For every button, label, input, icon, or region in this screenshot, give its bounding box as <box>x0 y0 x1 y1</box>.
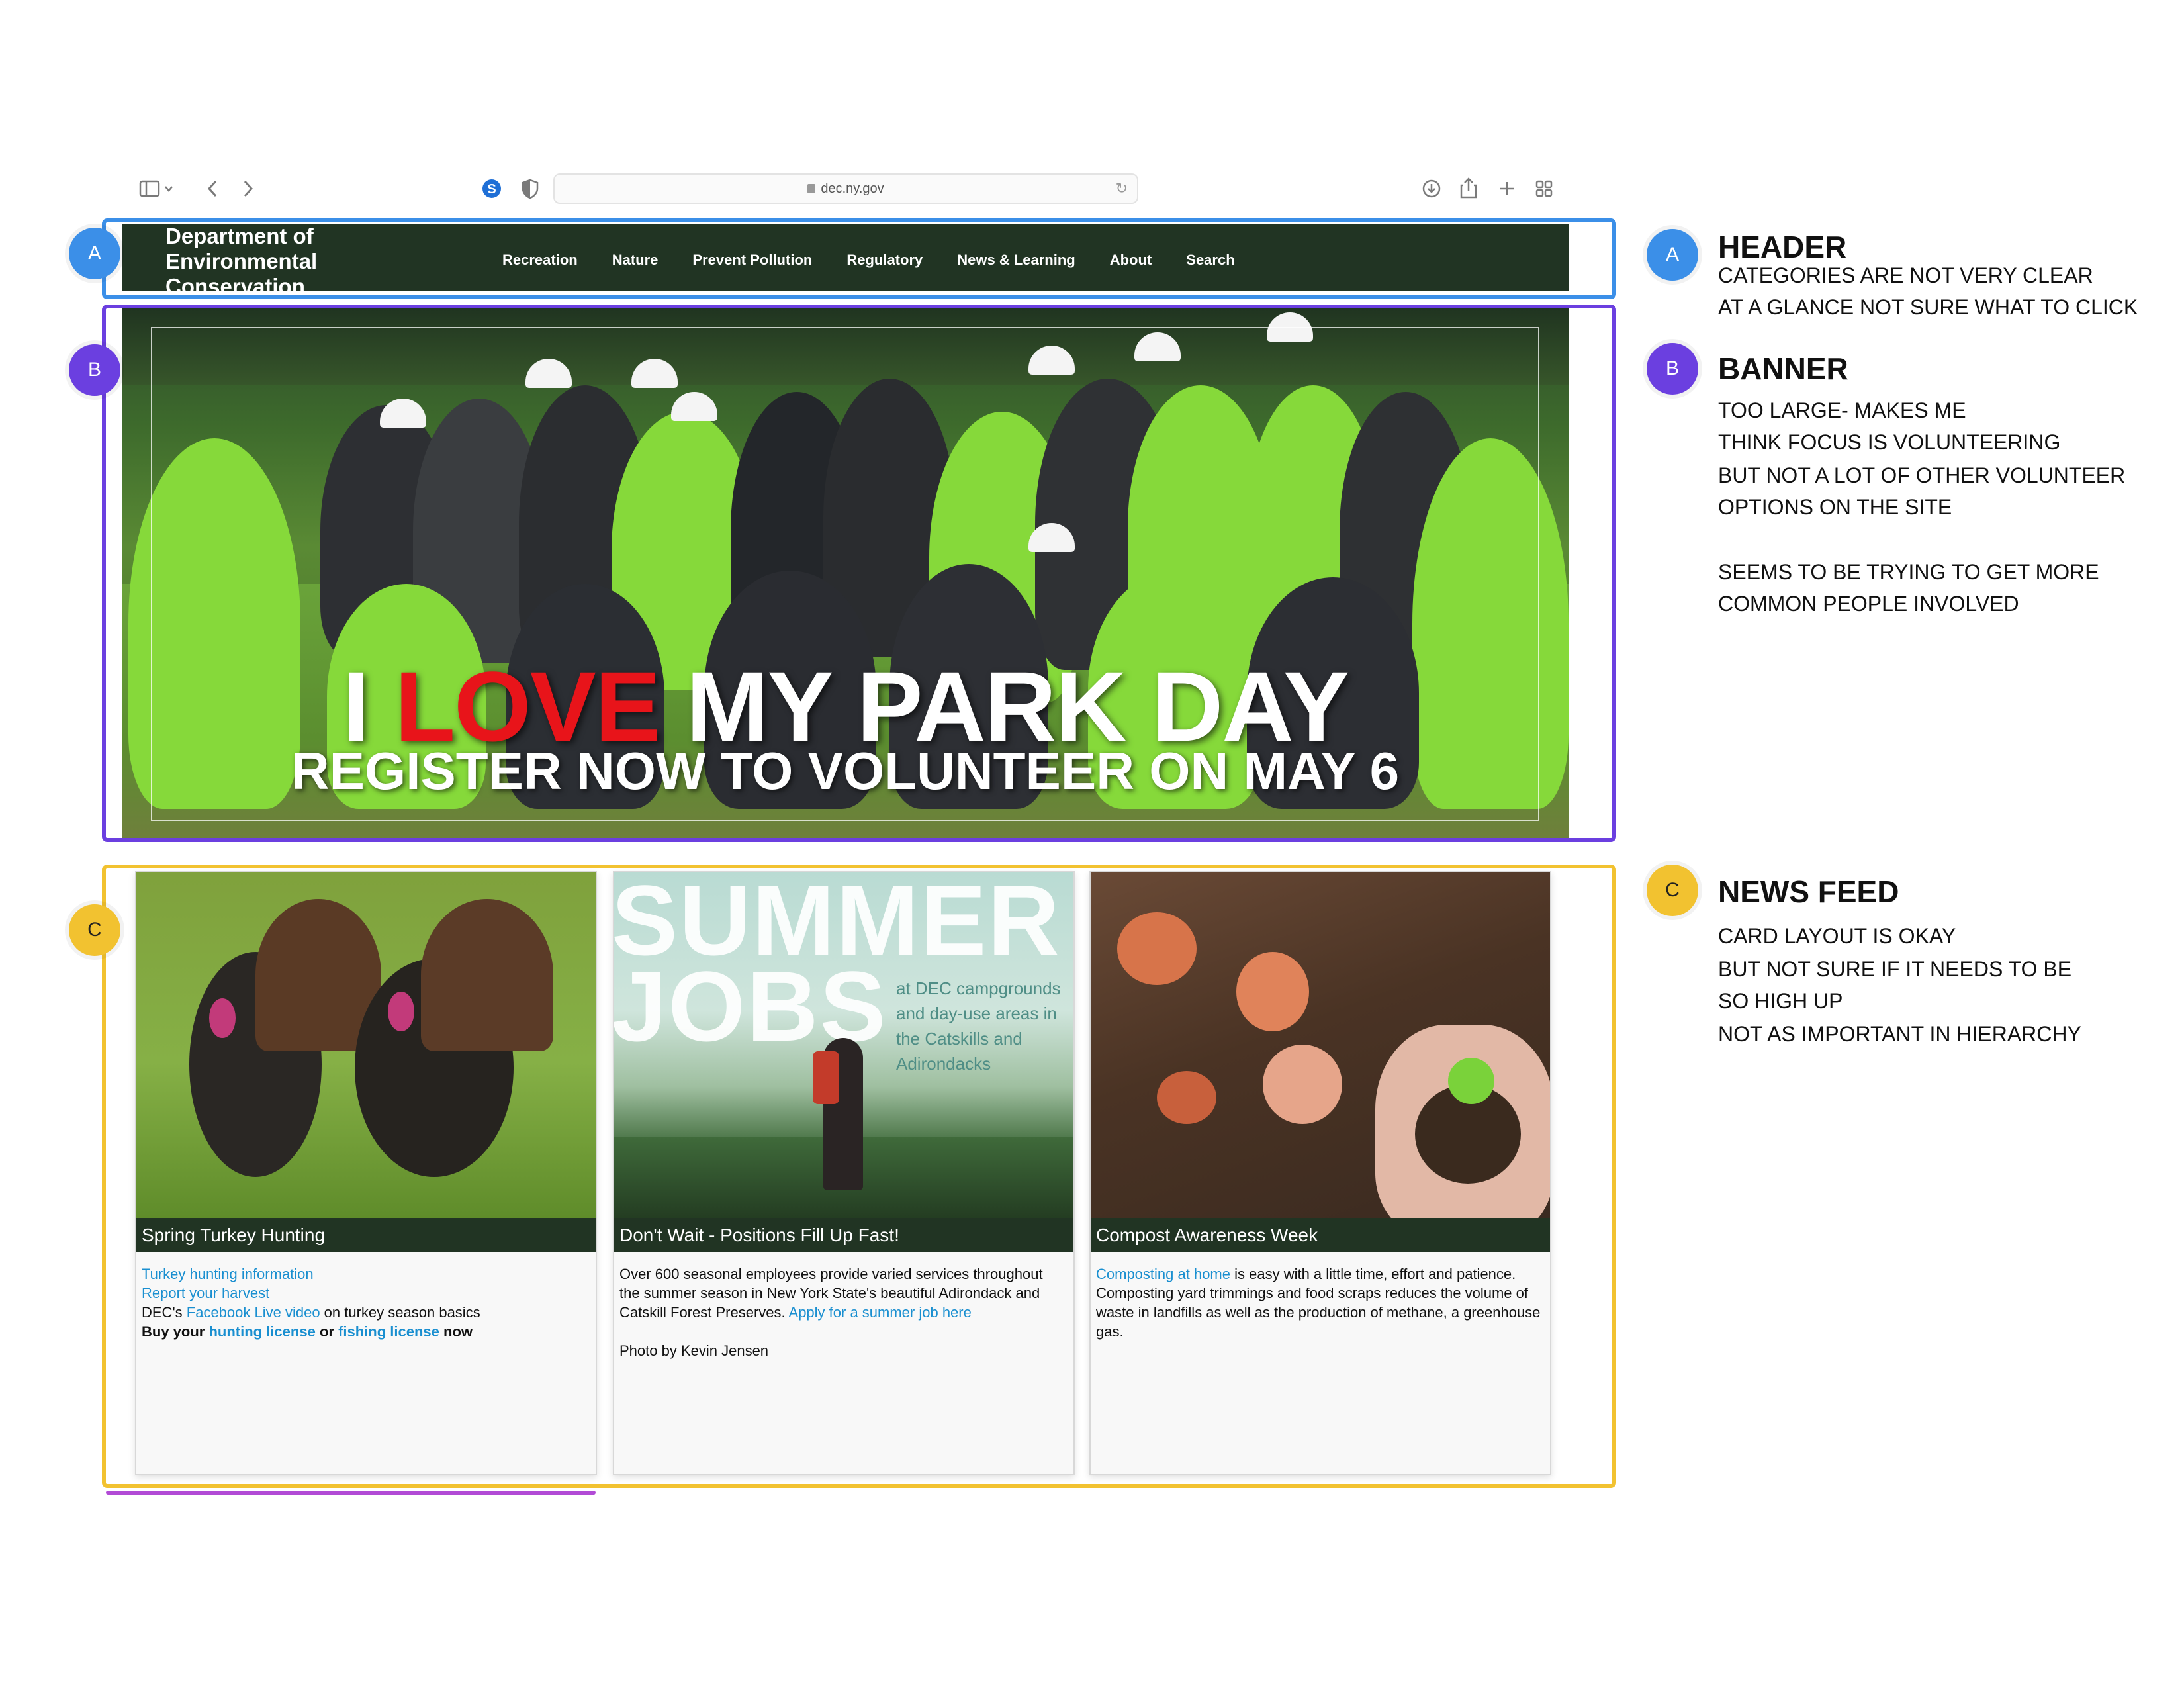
note-newsfeed-line: SO HIGH UP <box>1718 989 1843 1013</box>
tab-overview-icon[interactable] <box>1533 177 1555 200</box>
note-header-title: HEADER <box>1718 230 1847 264</box>
new-tab-icon[interactable] <box>1496 177 1518 200</box>
extension-icon[interactable]: S <box>480 177 503 200</box>
note-banner-line: COMMON PEOPLE INVOLVED <box>1718 592 2019 616</box>
note-newsfeed-line: CARD LAYOUT IS OKAY <box>1718 924 1956 948</box>
note-banner-line: SEEMS TO BE TRYING TO GET MORE <box>1718 560 2099 584</box>
note-header-line: CATEGORIES ARE NOT VERY CLEAR <box>1718 263 2093 287</box>
annotation-box-header <box>102 218 1616 299</box>
badge-c-right: C <box>1647 865 1698 916</box>
download-icon[interactable] <box>1420 177 1443 200</box>
annotation-box-banner <box>102 305 1616 842</box>
sidebar-toggle-icon[interactable] <box>139 177 176 200</box>
badge-a-left: A <box>69 228 120 279</box>
lock-icon <box>807 184 816 193</box>
badge-c-left: C <box>69 904 120 956</box>
address-bar[interactable]: dec.ny.gov ↻ <box>553 173 1138 204</box>
badge-a-right: A <box>1647 229 1698 281</box>
url-text: dec.ny.gov <box>821 181 884 196</box>
share-icon[interactable] <box>1457 176 1480 200</box>
forward-arrow-icon[interactable] <box>238 177 258 200</box>
annotation-box-newsfeed <box>102 865 1616 1488</box>
svg-text:S: S <box>487 182 496 197</box>
note-banner-line: BUT NOT A LOT OF OTHER VOLUNTEER <box>1718 463 2126 487</box>
note-banner-line: THINK FOCUS IS VOLUNTEERING <box>1718 430 2061 454</box>
note-newsfeed-line: BUT NOT SURE IF IT NEEDS TO BE <box>1718 957 2072 981</box>
note-banner-line: OPTIONS ON THE SITE <box>1718 495 1952 519</box>
note-banner-line: TOO LARGE- MAKES ME <box>1718 399 1966 422</box>
note-banner-title: BANNER <box>1718 352 1848 386</box>
note-header-line: AT A GLANCE NOT SURE WHAT TO CLICK <box>1718 295 2138 319</box>
badge-b-left: B <box>69 344 120 396</box>
note-newsfeed-title: NEWS FEED <box>1718 874 1899 909</box>
reload-icon[interactable]: ↻ <box>1116 180 1128 197</box>
back-arrow-icon[interactable] <box>203 177 222 200</box>
shield-icon[interactable] <box>519 177 541 200</box>
note-newsfeed-line: NOT AS IMPORTANT IN HIERARCHY <box>1718 1022 2081 1046</box>
annotation-box-partial <box>106 1491 596 1495</box>
badge-b-right: B <box>1647 343 1698 395</box>
